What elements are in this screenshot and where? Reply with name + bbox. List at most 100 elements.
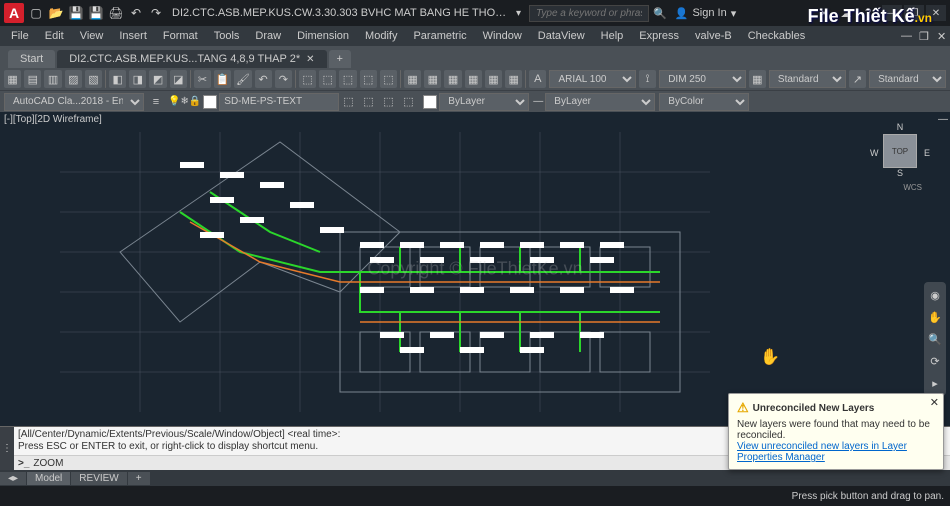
menu-file[interactable]: File (4, 28, 36, 44)
layer-tool-icon[interactable]: ⬚ (403, 95, 419, 108)
menu-view[interactable]: View (73, 28, 111, 44)
save-icon[interactable]: 💾 (68, 5, 84, 21)
menu-window[interactable]: Window (476, 28, 529, 44)
tool-icon[interactable]: ⬚ (319, 70, 336, 88)
notification-close-icon[interactable]: ✕ (930, 396, 939, 409)
menu-dimension[interactable]: Dimension (290, 28, 356, 44)
tool-icon[interactable]: ▤ (24, 70, 41, 88)
viewcube-north[interactable]: N (897, 122, 904, 132)
nav-pan-icon[interactable]: ✋ (926, 308, 944, 326)
mleaderstyle-icon[interactable]: ↗ (849, 70, 866, 88)
doc-restore-icon[interactable]: ❐ (912, 28, 928, 45)
notification-link[interactable]: View unreconciled new layers in Layer Pr… (737, 441, 907, 463)
nav-orbit-icon[interactable]: ⟳ (926, 352, 944, 370)
viewcube-wcs[interactable]: WCS (903, 183, 922, 192)
menu-draw[interactable]: Draw (248, 28, 288, 44)
tablestyle-select[interactable]: Standard (769, 70, 846, 88)
tool-icon[interactable]: ▦ (485, 70, 502, 88)
menu-parametric[interactable]: Parametric (406, 28, 473, 44)
tool-icon[interactable]: ✂ (194, 70, 211, 88)
menu-modify[interactable]: Modify (358, 28, 404, 44)
menu-insert[interactable]: Insert (112, 28, 154, 44)
color-combo[interactable]: ByLayer (423, 93, 529, 111)
menu-dataview[interactable]: DataView (531, 28, 592, 44)
nav-wheel-icon[interactable]: ◉ (926, 286, 944, 304)
viewcube-east[interactable]: E (924, 148, 930, 158)
dimstyle-select[interactable]: DIM 250 (659, 70, 746, 88)
viewcube-face[interactable]: TOP (883, 134, 917, 168)
viewport-label[interactable]: [-][Top][2D Wireframe] (4, 114, 102, 125)
drawing-canvas[interactable]: [-][Top][2D Wireframe] (0, 112, 950, 426)
tab-close-icon[interactable]: ✕ (306, 54, 314, 65)
tab-nav-icon[interactable]: ◂▸ (0, 472, 26, 485)
layer-icon[interactable]: ≡ (148, 96, 164, 108)
textstyle-icon[interactable]: A (529, 70, 546, 88)
menu-edit[interactable]: Edit (38, 28, 71, 44)
tool-icon[interactable]: ▦ (505, 70, 522, 88)
tab-new[interactable]: + (329, 50, 351, 68)
plot-icon[interactable]: 🖨 (108, 5, 124, 21)
plotstyle-select[interactable]: ByColor (659, 93, 749, 111)
tool-icon[interactable]: ◩ (149, 70, 166, 88)
layer-tool-icon[interactable]: ⬚ (383, 95, 399, 108)
menu-express[interactable]: Express (632, 28, 686, 44)
layer-tool-icon[interactable]: ⬚ (343, 95, 359, 108)
menu-help[interactable]: Help (594, 28, 631, 44)
tool-icon[interactable]: ▥ (44, 70, 61, 88)
canvas-min-icon[interactable]: — (938, 114, 948, 125)
tool-icon[interactable]: ⬚ (360, 70, 377, 88)
menu-format[interactable]: Format (156, 28, 205, 44)
tool-icon[interactable]: ◧ (109, 70, 126, 88)
tool-icon[interactable]: ⬚ (380, 70, 397, 88)
linetype-select[interactable]: ByLayer (545, 93, 655, 111)
tool-icon[interactable]: ▧ (85, 70, 102, 88)
tool-icon[interactable]: ▦ (424, 70, 441, 88)
tablestyle-icon[interactable]: ▦ (749, 70, 766, 88)
tool-icon[interactable]: ↷ (275, 70, 292, 88)
nav-zoom-icon[interactable]: 🔍 (926, 330, 944, 348)
tab-add-icon[interactable]: + (128, 472, 150, 485)
undo-icon[interactable]: ↶ (128, 5, 144, 21)
tool-icon[interactable]: 🖌 (234, 70, 251, 88)
tab-start[interactable]: Start (8, 50, 55, 68)
search-icon[interactable]: 🔍 (653, 7, 667, 20)
open-icon[interactable]: 📂 (48, 5, 64, 21)
tool-icon[interactable]: ⬚ (339, 70, 356, 88)
tab-active-drawing[interactable]: DI2.CTC.ASB.MEP.KUS...TANG 4,8,9 THAP 2*… (57, 50, 326, 68)
linetype-combo[interactable]: — ByLayer (533, 93, 655, 111)
tool-icon[interactable]: ▦ (444, 70, 461, 88)
view-cube[interactable]: N S E W TOP WCS (870, 122, 930, 192)
redo-icon[interactable]: ↷ (148, 5, 164, 21)
tool-icon[interactable]: ▦ (404, 70, 421, 88)
app-logo[interactable]: A (4, 3, 24, 23)
tab-model[interactable]: Model (27, 472, 70, 485)
cmdline-handle[interactable]: ⋮ (0, 427, 14, 470)
tool-icon[interactable]: ⬚ (299, 70, 316, 88)
workspace-select[interactable]: AutoCAD Cla...2018 - Englisl (4, 93, 144, 111)
saveas-icon[interactable]: 💾 (88, 5, 104, 21)
tool-icon[interactable]: ◨ (129, 70, 146, 88)
dimstyle-icon[interactable]: ⟟ (639, 70, 656, 88)
nav-showmotion-icon[interactable]: ▸ (926, 374, 944, 392)
tool-icon[interactable]: ▨ (65, 70, 82, 88)
title-dropdown-icon[interactable]: ▾ (516, 8, 521, 19)
doc-close-icon[interactable]: ✕ (930, 28, 946, 45)
doc-minimize-icon[interactable]: — (894, 28, 910, 45)
tool-icon[interactable]: 📋 (214, 70, 231, 88)
viewcube-west[interactable]: W (870, 148, 879, 158)
textstyle-select[interactable]: ARIAL 100 (549, 70, 636, 88)
tool-icon[interactable]: ◪ (170, 70, 187, 88)
menu-valveb[interactable]: valve-B (688, 28, 739, 44)
search-input[interactable] (529, 5, 649, 22)
layer-combo[interactable]: 💡❄🔒 (168, 93, 339, 111)
tool-icon[interactable]: ▦ (4, 70, 21, 88)
menu-tools[interactable]: Tools (207, 28, 247, 44)
tab-review[interactable]: REVIEW (71, 472, 126, 485)
tool-icon[interactable]: ↶ (255, 70, 272, 88)
mleaderstyle-select[interactable]: Standard (869, 70, 946, 88)
new-icon[interactable]: ▢ (28, 5, 44, 21)
tool-icon[interactable]: ▦ (465, 70, 482, 88)
color-select[interactable]: ByLayer (439, 93, 529, 111)
sign-in[interactable]: 👤 Sign In ▾ (675, 7, 736, 20)
layer-name-field[interactable] (219, 93, 339, 111)
